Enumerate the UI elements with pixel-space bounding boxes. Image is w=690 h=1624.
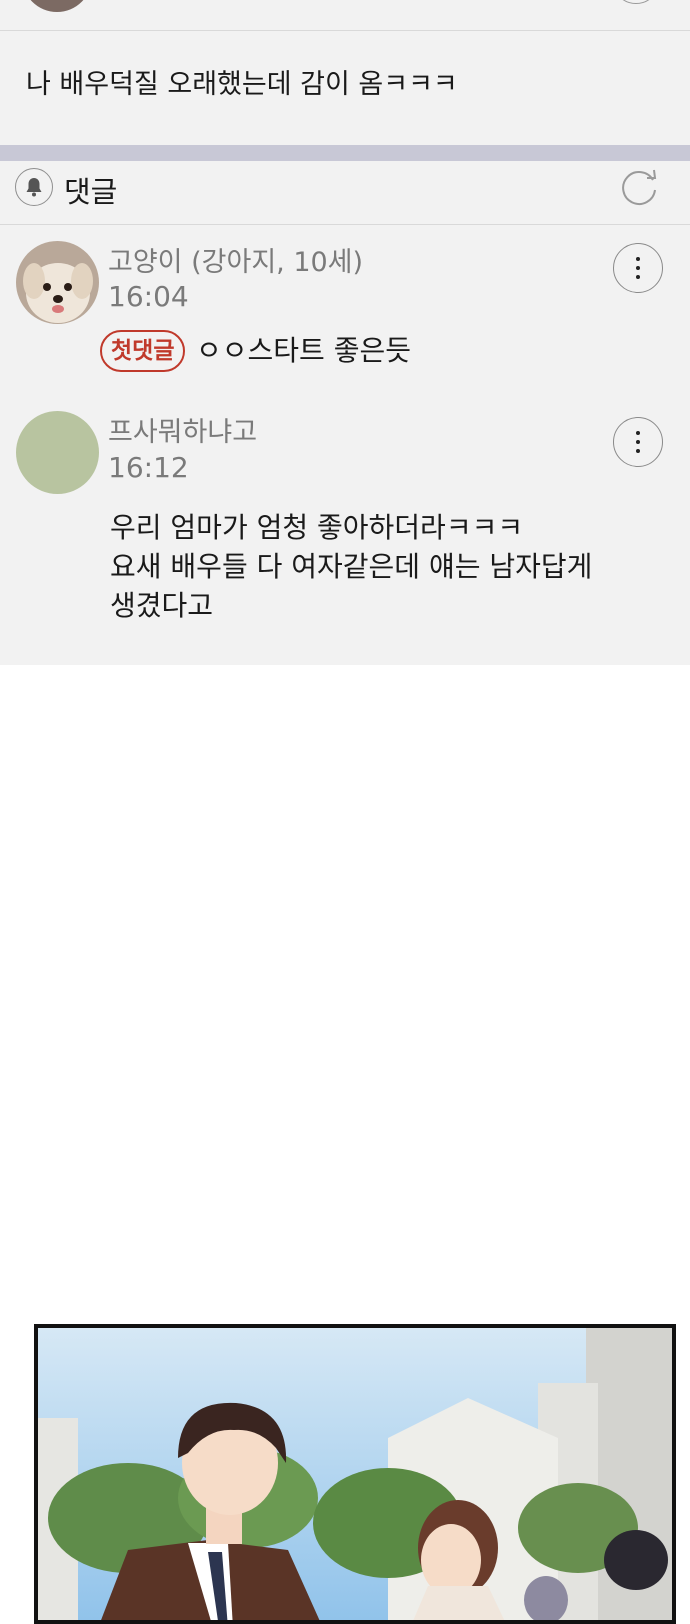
more-options-icon[interactable] [612,0,660,4]
section-separator [0,145,690,161]
avatar[interactable] [16,241,99,324]
divider [0,224,690,225]
dog-avatar-image [16,241,99,324]
comment-text-line: 요새 배우들 다 여자같은데 얘는 남자답게 [110,550,593,583]
comments-header: 댓글 [0,161,690,225]
comment-text-line: 우리 엄마가 엄청 좋아하더라ㅋㅋㅋ [110,511,524,544]
refresh-icon[interactable] [617,166,661,210]
divider [0,30,690,31]
avatar[interactable] [16,411,99,494]
more-options-icon[interactable] [613,243,663,293]
post-text: 나 배우덕질 오래했는데 감이 옴ㅋㅋㅋ [26,69,458,100]
more-options-icon[interactable] [613,417,663,467]
comments-title: 댓글 [64,175,118,209]
bell-icon[interactable] [15,168,53,206]
comment-author[interactable]: 고양이 (강아지, 10세) [108,240,363,279]
comment-author[interactable]: 프사뭐하냐고 [108,410,257,449]
comic-illustration [38,1328,672,1620]
comment-text: ㅇㅇ스타트 좋은듯 [196,334,411,367]
comment-text-line: 생겼다고 [110,589,214,622]
comic-panel [34,1324,676,1624]
comment-card: 나 배우덕질 오래했는데 감이 옴ㅋㅋㅋ 댓글 고양이 (강아지, 10세) 1… [0,0,690,665]
comment-time: 16:12 [108,451,189,484]
comment-time: 16:04 [108,280,189,313]
first-comment-badge: 첫댓글 [100,330,186,372]
avatar[interactable] [22,0,92,12]
